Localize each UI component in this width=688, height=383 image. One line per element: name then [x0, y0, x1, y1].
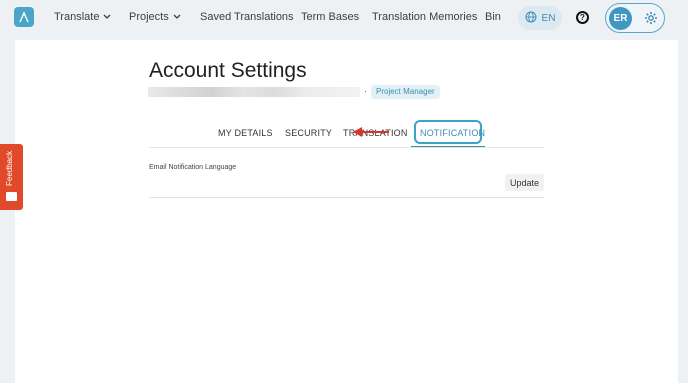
nav-translation-memories[interactable]: Translation Memories — [372, 11, 477, 23]
nav-bin[interactable]: Bin — [485, 11, 501, 23]
update-button[interactable]: Update — [505, 174, 544, 191]
nav-translation-memories-label: Translation Memories — [372, 11, 478, 23]
tabs-divider — [149, 147, 544, 148]
chevron-down-icon — [103, 12, 111, 22]
feedback-label: Feedback — [5, 150, 14, 186]
separator-dot: · — [364, 86, 367, 96]
nav-term-bases-label: Term Bases — [301, 11, 360, 23]
feedback-tab[interactable]: Feedback — [0, 144, 23, 210]
help-icon[interactable]: ? — [576, 11, 589, 24]
field-divider — [149, 197, 544, 198]
nav-translate[interactable]: Translate — [54, 11, 111, 23]
nav-projects-label: Projects — [129, 11, 169, 23]
tab-security[interactable]: SECURITY — [285, 128, 332, 138]
chevron-down-icon — [173, 12, 181, 22]
top-navigation: Translate Projects Saved Translations Te… — [0, 0, 688, 37]
nav-saved-translations[interactable]: Saved Translations — [200, 11, 294, 23]
nav-projects[interactable]: Projects — [129, 11, 181, 23]
language-selector[interactable]: EN — [518, 6, 562, 30]
nav-term-bases[interactable]: Term Bases — [301, 11, 359, 23]
nav-bin-label: Bin — [485, 11, 501, 23]
logo-icon[interactable] — [14, 7, 34, 27]
feedback-icon — [6, 192, 17, 201]
role-badge: Project Manager — [371, 85, 440, 99]
user-menu[interactable]: ER — [605, 3, 665, 33]
nav-translate-label: Translate — [54, 11, 100, 23]
gear-icon[interactable] — [644, 11, 658, 30]
account-settings-card: Account Settings · Project Manager MY DE… — [15, 40, 678, 383]
tab-notification[interactable]: NOTIFICATION — [420, 128, 485, 138]
avatar[interactable]: ER — [609, 7, 632, 30]
email-notification-language-label: Email Notification Language — [149, 164, 237, 171]
language-code: EN — [541, 12, 556, 24]
nav-saved-translations-label: Saved Translations — [200, 11, 294, 23]
arrow-annotation-icon — [352, 125, 390, 144]
settings-tabs: MY DETAILS SECURITY TRANSLATION NOTIFICA… — [149, 120, 544, 148]
tab-my-details[interactable]: MY DETAILS — [218, 128, 273, 138]
globe-icon — [525, 11, 537, 26]
page-title: Account Settings — [149, 59, 307, 82]
redacted-user-info — [148, 87, 360, 97]
